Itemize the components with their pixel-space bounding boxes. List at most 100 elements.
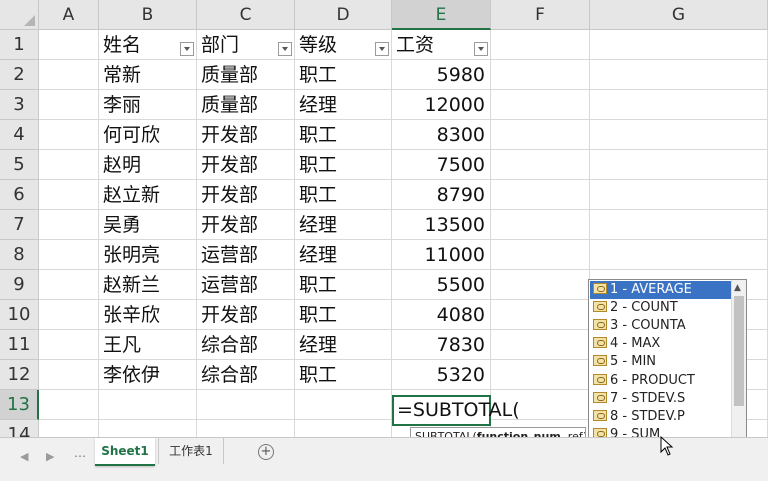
row-header-6[interactable]: 6 [0,180,39,210]
level-cell[interactable]: 职工 [295,150,392,180]
scroll-thumb[interactable] [734,296,744,406]
level-cell[interactable]: 经理 [295,240,392,270]
salary-cell[interactable]: 8790 [392,180,491,210]
cell[interactable] [295,390,392,420]
cell[interactable] [491,150,590,180]
cell[interactable] [491,210,590,240]
select-all-corner[interactable] [0,0,39,30]
filter-dropdown-icon[interactable] [180,42,194,56]
cell[interactable] [590,90,768,120]
autocomplete-item[interactable]: 8 - STDEV.P [590,408,732,426]
row-header-9[interactable]: 9 [0,270,39,300]
name-cell[interactable]: 常新 [99,60,197,90]
autocomplete-item[interactable]: 2 - COUNT [590,299,732,317]
cell[interactable] [197,390,295,420]
row-header-14[interactable]: 14 [0,420,39,437]
cell[interactable] [491,240,590,270]
name-cell[interactable]: 张辛欣 [99,300,197,330]
autocomplete-item[interactable]: 5 - MIN [590,353,732,371]
cell[interactable] [39,390,99,420]
cell[interactable] [491,300,590,330]
cell[interactable] [39,90,99,120]
salary-cell[interactable]: 4080 [392,300,491,330]
cell[interactable] [491,60,590,90]
column-header-a[interactable]: A [39,0,99,30]
name-cell[interactable]: 王凡 [99,330,197,360]
salary-cell[interactable]: 5320 [392,360,491,390]
dept-cell[interactable]: 开发部 [197,150,295,180]
row-header-11[interactable]: 11 [0,330,39,360]
salary-cell[interactable]: 8300 [392,120,491,150]
dept-cell[interactable]: 运营部 [197,240,295,270]
cell[interactable] [39,300,99,330]
cell[interactable] [491,180,590,210]
tab-more-icon[interactable]: … [74,446,86,460]
cell[interactable] [590,30,768,60]
level-cell[interactable]: 职工 [295,360,392,390]
tab-sheet1[interactable]: Sheet1 [95,438,155,466]
row-header-12[interactable]: 12 [0,360,39,390]
filter-dropdown-icon[interactable] [278,42,292,56]
cell[interactable] [39,120,99,150]
cell[interactable] [491,270,590,300]
level-cell[interactable]: 职工 [295,60,392,90]
add-sheet-icon[interactable]: + [258,444,274,460]
cell[interactable] [39,420,99,437]
level-cell[interactable]: 职工 [295,270,392,300]
cell[interactable] [491,120,590,150]
salary-cell[interactable]: 7500 [392,150,491,180]
column-header-d[interactable]: D [295,0,392,30]
cell[interactable] [590,150,768,180]
cell[interactable] [99,420,197,437]
cell[interactable] [39,240,99,270]
scroll-up-icon[interactable]: ▲ [734,283,741,293]
dept-cell[interactable]: 综合部 [197,330,295,360]
row-header-5[interactable]: 5 [0,150,39,180]
name-cell[interactable]: 张明亮 [99,240,197,270]
cell[interactable] [590,240,768,270]
tab-worksheet1[interactable]: 工作表1 [158,438,224,464]
dept-cell[interactable]: 开发部 [197,120,295,150]
cell[interactable] [590,120,768,150]
level-cell[interactable]: 经理 [295,330,392,360]
dept-cell[interactable]: 运营部 [197,270,295,300]
cell[interactable] [39,180,99,210]
row-header-3[interactable]: 3 [0,90,39,120]
cell[interactable] [491,330,590,360]
salary-cell[interactable]: 11000 [392,240,491,270]
cell[interactable] [39,270,99,300]
level-cell[interactable]: 职工 [295,120,392,150]
active-cell-editor[interactable]: =SUBTOTAL( [392,395,520,426]
cell[interactable] [39,330,99,360]
name-cell[interactable]: 何可欣 [99,120,197,150]
dept-cell[interactable]: 质量部 [197,60,295,90]
cell[interactable] [590,60,768,90]
dept-cell[interactable]: 开发部 [197,300,295,330]
level-cell[interactable]: 经理 [295,210,392,240]
cell[interactable] [99,390,197,420]
row-header-8[interactable]: 8 [0,240,39,270]
column-header-g[interactable]: G [590,0,768,30]
column-header-b[interactable]: B [99,0,197,30]
salary-cell[interactable]: 7830 [392,330,491,360]
row-header-7[interactable]: 7 [0,210,39,240]
tab-scroll-left-icon[interactable]: ◀ [20,450,28,463]
salary-cell[interactable]: 5980 [392,60,491,90]
name-cell[interactable]: 赵明 [99,150,197,180]
name-cell[interactable]: 吴勇 [99,210,197,240]
name-cell[interactable]: 赵新兰 [99,270,197,300]
column-header-e[interactable]: E [392,0,491,30]
tab-scroll-right-icon[interactable]: ▶ [46,450,54,463]
cell[interactable] [197,420,295,437]
autocomplete-item[interactable]: 7 - STDEV.S [590,390,732,408]
autocomplete-item[interactable]: 6 - PRODUCT [590,372,732,390]
level-cell[interactable]: 经理 [295,90,392,120]
row-header-2[interactable]: 2 [0,60,39,90]
row-header-4[interactable]: 4 [0,120,39,150]
row-header-1[interactable]: 1 [0,30,39,60]
column-header-f[interactable]: F [491,0,590,30]
cell[interactable] [590,180,768,210]
cell[interactable] [39,60,99,90]
cell[interactable] [39,150,99,180]
salary-cell[interactable]: 5500 [392,270,491,300]
